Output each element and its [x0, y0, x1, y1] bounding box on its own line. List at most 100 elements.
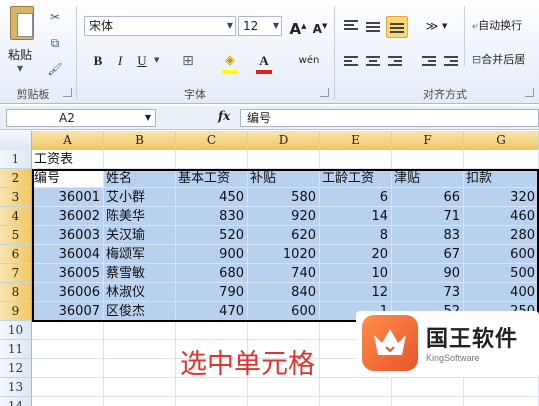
cell-b7[interactable]: 蔡雪敏 — [104, 264, 176, 283]
insert-function-icon[interactable]: fx — [218, 109, 230, 123]
column-header-e[interactable]: E — [320, 131, 392, 150]
bold-button[interactable]: B — [88, 51, 108, 71]
cell-b8[interactable]: 林淑仪 — [104, 283, 176, 302]
align-top-icon[interactable] — [344, 20, 358, 32]
cell-e5[interactable]: 8 — [320, 226, 392, 245]
cell-d10[interactable] — [248, 321, 320, 340]
wrap-text-button[interactable]: ⤶自动换行 — [472, 16, 522, 36]
cell-b3[interactable]: 艾小群 — [104, 188, 176, 207]
cell-d4[interactable]: 920 — [248, 207, 320, 226]
row-header-6[interactable]: 6 — [0, 245, 32, 264]
clipboard-launcher-icon[interactable] — [63, 88, 72, 97]
row-header-4[interactable]: 4 — [0, 207, 32, 226]
cell-f8[interactable]: 73 — [392, 283, 464, 302]
cell-c4[interactable]: 830 — [176, 207, 248, 226]
cell-a13[interactable] — [32, 378, 104, 397]
cell-f7[interactable]: 90 — [392, 264, 464, 283]
cell-f5[interactable]: 83 — [392, 226, 464, 245]
shrink-font-button[interactable]: A▼ — [310, 16, 330, 36]
cell-c10[interactable] — [176, 321, 248, 340]
italic-button[interactable]: I — [110, 51, 130, 71]
cell-g2[interactable]: 扣款 — [464, 169, 539, 188]
cell-f2[interactable]: 津贴 — [392, 169, 464, 188]
row-header-2[interactable]: 2 — [0, 169, 32, 188]
column-header-g[interactable]: G — [464, 131, 539, 150]
align-middle-icon[interactable] — [366, 22, 380, 34]
cell-e1[interactable] — [320, 150, 392, 169]
cell-f14[interactable] — [392, 397, 464, 406]
cell-c1[interactable] — [176, 150, 248, 169]
fill-color-icon[interactable]: ◈ — [220, 51, 240, 71]
font-launcher-icon[interactable] — [320, 88, 329, 97]
font-name-select[interactable]: 宋体 ▼ — [84, 16, 236, 36]
cell-b1[interactable] — [104, 150, 176, 169]
cell-g14[interactable] — [464, 397, 539, 406]
paste-button[interactable]: 粘贴 ▼ — [4, 4, 40, 76]
merge-center-button[interactable]: ⊟合并后居 — [472, 50, 525, 70]
cell-b2[interactable]: 姓名 — [104, 169, 176, 188]
cell-c8[interactable]: 790 — [176, 283, 248, 302]
align-bottom-button[interactable] — [386, 16, 408, 38]
cell-a10[interactable] — [32, 321, 104, 340]
row-header-14[interactable]: 14 — [0, 397, 32, 406]
cell-d9[interactable]: 600 — [248, 302, 320, 321]
cell-b9[interactable]: 区俊杰 — [104, 302, 176, 321]
cell-f3[interactable]: 66 — [392, 188, 464, 207]
alignment-launcher-icon[interactable] — [525, 88, 534, 97]
row-header-7[interactable]: 7 — [0, 264, 32, 283]
cell-b10[interactable] — [104, 321, 176, 340]
font-color-icon[interactable]: A — [254, 51, 274, 71]
pinyin-button[interactable]: wén — [296, 51, 322, 71]
cell-c14[interactable] — [176, 397, 248, 406]
align-left-icon[interactable] — [344, 56, 358, 68]
row-header-5[interactable]: 5 — [0, 226, 32, 245]
cell-a4[interactable]: 36002 — [32, 207, 104, 226]
cell-a8[interactable]: 36006 — [32, 283, 104, 302]
chevron-down-icon[interactable]: ▼ — [17, 64, 23, 73]
cell-b6[interactable]: 梅颂军 — [104, 245, 176, 264]
format-painter-icon[interactable]: 🖌 — [44, 60, 66, 78]
underline-button[interactable]: U — [132, 51, 152, 71]
cell-d3[interactable]: 580 — [248, 188, 320, 207]
column-header-d[interactable]: D — [248, 131, 320, 150]
chevron-down-icon[interactable]: ▼ — [145, 110, 151, 126]
cell-b14[interactable] — [104, 397, 176, 406]
cell-g6[interactable]: 600 — [464, 245, 539, 264]
cell-a3[interactable]: 36001 — [32, 188, 104, 207]
cell-d2[interactable]: 补贴 — [248, 169, 320, 188]
select-all-corner[interactable] — [0, 131, 32, 150]
row-header-1[interactable]: 1 — [0, 150, 32, 169]
row-header-10[interactable]: 10 — [0, 321, 32, 340]
cell-b4[interactable]: 陈美华 — [104, 207, 176, 226]
cell-b12[interactable] — [104, 359, 176, 378]
increase-indent-icon[interactable] — [444, 56, 458, 68]
cell-e7[interactable]: 10 — [320, 264, 392, 283]
align-center-icon[interactable] — [366, 56, 380, 68]
cell-c6[interactable]: 900 — [176, 245, 248, 264]
cell-e13[interactable] — [320, 378, 392, 397]
cell-a11[interactable] — [32, 340, 104, 359]
border-icon[interactable]: ⊞ — [178, 51, 198, 71]
cell-c7[interactable]: 680 — [176, 264, 248, 283]
cell-g5[interactable]: 280 — [464, 226, 539, 245]
column-header-f[interactable]: F — [392, 131, 464, 150]
column-header-a[interactable]: A — [32, 131, 104, 150]
formula-input[interactable]: 编号 — [240, 109, 539, 127]
cell-b11[interactable] — [104, 340, 176, 359]
chevron-down-icon[interactable]: ▼ — [154, 56, 159, 64]
cell-g13[interactable] — [464, 378, 539, 397]
grow-font-button[interactable]: A▲ — [288, 16, 308, 38]
cell-d8[interactable]: 840 — [248, 283, 320, 302]
cell-f13[interactable] — [392, 378, 464, 397]
cell-a5[interactable]: 36003 — [32, 226, 104, 245]
font-size-select[interactable]: 12 ▼ — [238, 16, 282, 36]
row-header-3[interactable]: 3 — [0, 188, 32, 207]
cell-g1[interactable] — [464, 150, 539, 169]
row-header-12[interactable]: 12 — [0, 359, 32, 378]
row-header-11[interactable]: 11 — [0, 340, 32, 359]
cell-e3[interactable]: 6 — [320, 188, 392, 207]
cell-a6[interactable]: 36004 — [32, 245, 104, 264]
cell-a2[interactable]: 编号 — [32, 169, 104, 188]
cell-a12[interactable] — [32, 359, 104, 378]
cell-a7[interactable]: 36005 — [32, 264, 104, 283]
